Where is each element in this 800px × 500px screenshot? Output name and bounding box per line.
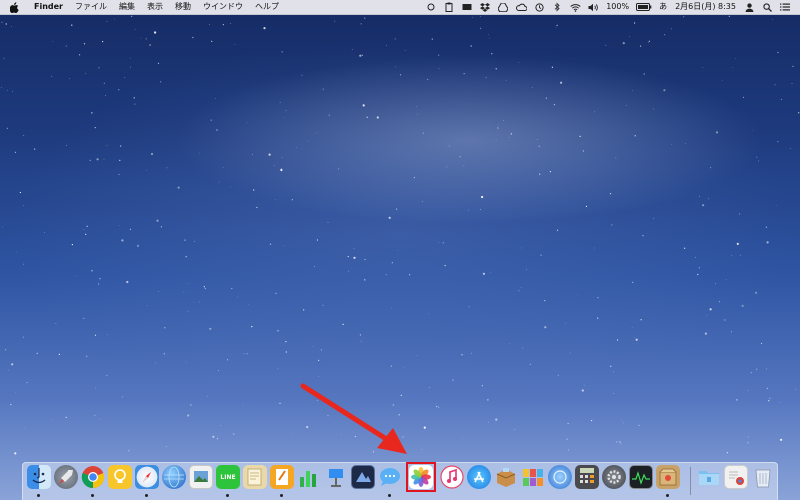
activity-monitor-icon[interactable]: [629, 465, 653, 489]
finder-running-dot: [37, 494, 40, 497]
tips-bulb-icon[interactable]: [108, 465, 132, 489]
menu-file[interactable]: ファイル: [69, 0, 113, 14]
menu-app-name[interactable]: Finder: [28, 0, 69, 14]
finder-icon[interactable]: [27, 465, 51, 489]
notification-center-icon[interactable]: [779, 0, 791, 14]
pages-icon[interactable]: [270, 465, 294, 489]
dock-separator: [690, 467, 691, 495]
calculator-icon[interactable]: [575, 465, 599, 489]
colorful-grid-icon[interactable]: [521, 465, 545, 489]
app-store-icon[interactable]: [467, 465, 491, 489]
menu-view[interactable]: 表示: [141, 0, 169, 14]
desktop: Finder ファイル 編集 表示 移動 ウインドウ ヘルプ 100% あ 2月…: [0, 0, 800, 500]
clock-datetime[interactable]: 2月6日(月) 8:35: [671, 0, 740, 14]
line-running-dot: [226, 494, 229, 497]
chrome-icon[interactable]: [81, 465, 105, 489]
user-account-icon[interactable]: [743, 0, 755, 14]
bluetooth-icon[interactable]: [551, 0, 563, 14]
folder-icon[interactable]: [697, 465, 721, 489]
volume-icon[interactable]: [587, 0, 599, 14]
spotlight-search-icon[interactable]: [761, 0, 773, 14]
keynote-icon[interactable]: [324, 465, 348, 489]
menu-help[interactable]: ヘルプ: [249, 0, 285, 14]
pages-running-dot: [280, 494, 283, 497]
line-icon-label: LINE: [220, 473, 236, 481]
network-utility-icon[interactable]: [548, 465, 572, 489]
cloud-icon[interactable]: [515, 0, 527, 14]
wifi-icon[interactable]: [569, 0, 581, 14]
notes-app-icon[interactable]: [243, 465, 267, 489]
archive-box-icon[interactable]: [494, 465, 518, 489]
menu-go[interactable]: 移動: [169, 0, 197, 14]
battery-icon[interactable]: [636, 0, 652, 14]
dropbox-icon[interactable]: [479, 0, 491, 14]
package-icon[interactable]: [656, 465, 680, 489]
red-arrow-annotation: [300, 383, 407, 454]
safari-running-dot: [145, 494, 148, 497]
music-note-icon[interactable]: [440, 465, 464, 489]
messages-running-dot: [388, 494, 391, 497]
trash-icon[interactable]: [751, 465, 775, 489]
globe-app-icon[interactable]: [162, 465, 186, 489]
wide-status-icon[interactable]: [461, 0, 473, 14]
messages-icon[interactable]: [378, 465, 402, 489]
menu-window[interactable]: ウインドウ: [197, 0, 249, 14]
photo-editor-icon[interactable]: [351, 465, 375, 489]
gear-icon[interactable]: [602, 465, 626, 489]
chrome-running-dot: [91, 494, 94, 497]
launchpad-icon[interactable]: [54, 465, 78, 489]
clipboard-icon[interactable]: [443, 0, 455, 14]
downloads-stack-icon[interactable]: [724, 465, 748, 489]
menu-bar: Finder ファイル 編集 表示 移動 ウインドウ ヘルプ 100% あ 2月…: [0, 0, 800, 15]
package-running-dot: [666, 494, 669, 497]
menu-edit[interactable]: 編集: [113, 0, 141, 14]
apple-menu-icon[interactable]: [10, 1, 20, 13]
line-icon[interactable]: LINE: [216, 465, 240, 489]
numbers-icon[interactable]: [297, 465, 321, 489]
preview-icon[interactable]: [189, 465, 213, 489]
photos-highlight-box: [406, 462, 436, 492]
time-machine-icon[interactable]: [533, 0, 545, 14]
circle-status-icon[interactable]: [425, 0, 437, 14]
safari-compass-icon[interactable]: [135, 465, 159, 489]
google-drive-icon[interactable]: [497, 0, 509, 14]
battery-percentage: 100%: [606, 2, 630, 11]
input-method-indicator[interactable]: あ: [655, 0, 671, 14]
